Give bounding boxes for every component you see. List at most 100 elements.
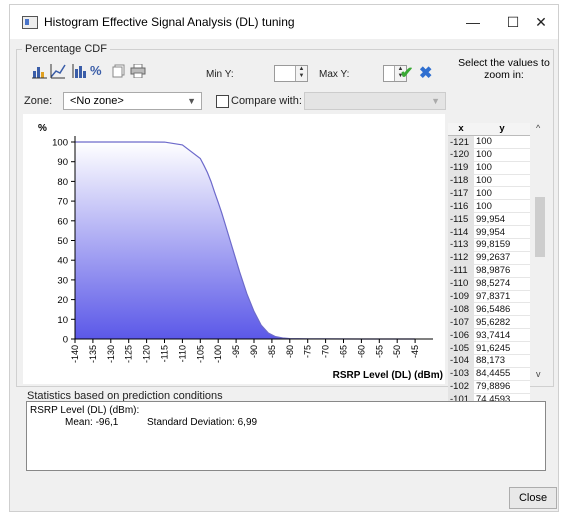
table-row[interactable]: -107 95,6282 (448, 315, 530, 330)
cell-x[interactable]: -102 (448, 380, 474, 394)
table-row[interactable]: -119 100 (448, 161, 530, 175)
cell-y[interactable]: 96,5486 (474, 302, 530, 317)
scroll-down-icon[interactable]: v (536, 369, 541, 379)
cell-y[interactable]: 100 (474, 174, 530, 188)
min-y-spin-arrows[interactable]: ▲ ▼ (295, 66, 307, 81)
y-tick-label: 20 (57, 295, 68, 306)
cell-y[interactable]: 99,8159 (474, 238, 530, 252)
cell-x[interactable]: -111 (448, 264, 474, 278)
table-row[interactable]: -118 100 (448, 174, 530, 188)
table-row[interactable]: -105 91,6245 (448, 341, 530, 356)
table-row[interactable]: -117 100 (448, 186, 530, 201)
percent-toggle[interactable]: % (90, 63, 102, 79)
cdf-chart-svg: 0 10 20 30 40 50 60 70 80 90 100 -140 -135 -130 -125 -1… (38, 123, 443, 381)
x-axis-label: RSRP Level (DL) (dBm) (333, 370, 443, 381)
table-row[interactable]: -116 100 (448, 199, 530, 214)
x-tick-label: -100 (213, 345, 223, 363)
table-row[interactable]: -115 99,954 (448, 212, 530, 227)
table-row[interactable]: -112 99,2637 (448, 251, 530, 265)
x-tick-label: -60 (356, 345, 366, 358)
x-tick-label: -110 (177, 345, 187, 362)
table-row[interactable]: -113 99,8159 (448, 238, 530, 252)
scroll-thumb[interactable] (535, 197, 545, 257)
cell-y[interactable]: 100 (474, 186, 530, 201)
values-scrollbar[interactable]: ^ v (532, 121, 549, 383)
close-window-button[interactable]: ✕ (524, 11, 558, 33)
y-tick-label: 30 (57, 275, 68, 286)
cell-y[interactable]: 79,8896 (474, 380, 530, 394)
histogram-fit-icon[interactable] (72, 63, 88, 79)
cell-x[interactable]: -113 (448, 238, 474, 252)
min-y-spinner[interactable]: ▲ ▼ (274, 65, 308, 82)
cell-y[interactable]: 93,7414 (474, 328, 530, 343)
cell-x[interactable]: -107 (448, 315, 474, 329)
cell-x[interactable]: -118 (448, 174, 474, 187)
stats-mean: Mean: -96,1 (65, 417, 119, 428)
cell-x[interactable]: -105 (448, 341, 474, 355)
cancel-x-icon[interactable]: ✖ (419, 63, 432, 82)
line-chart-icon[interactable] (50, 63, 66, 79)
cell-x[interactable]: -121 (448, 135, 474, 149)
cell-x[interactable]: -103 (448, 367, 474, 381)
column-header-x[interactable]: x (448, 123, 474, 136)
cell-y[interactable]: 100 (474, 199, 530, 214)
cell-x[interactable]: -108 (448, 302, 474, 316)
cell-y[interactable]: 98,9876 (474, 264, 530, 278)
cell-x[interactable]: -109 (448, 290, 474, 303)
table-row[interactable]: -109 97,8371 (448, 290, 530, 304)
scroll-up-icon[interactable]: ^ (536, 123, 540, 133)
cell-y[interactable]: 99,2637 (474, 251, 530, 265)
table-row[interactable]: -120 100 (448, 148, 530, 162)
cell-x[interactable]: -114 (448, 225, 474, 239)
cell-x[interactable]: -119 (448, 161, 474, 175)
table-row[interactable]: -121 100 (448, 135, 530, 149)
values-grid: x y -121 100 -120 100 -119 100 -118 100 -117 100-… (448, 87, 550, 433)
table-row[interactable]: -108 96,5486 (448, 302, 530, 317)
table-row[interactable]: -111 98,9876 (448, 264, 530, 278)
zone-combo[interactable]: <No zone> ▼ (63, 92, 202, 110)
cell-x[interactable]: -120 (448, 148, 474, 162)
table-row[interactable]: -102 79,8896 (448, 380, 530, 394)
table-row[interactable]: -114 99,954 (448, 225, 530, 240)
cell-x[interactable]: -115 (448, 212, 474, 226)
cell-y[interactable]: 100 (474, 161, 530, 175)
apply-check-icon[interactable]: ✔ (400, 63, 413, 82)
cell-y[interactable]: 99,954 (474, 225, 530, 240)
zone-combo-value: <No zone> (70, 95, 124, 107)
values-table[interactable]: x y -121 100 -120 100 -119 100 -118 100 -117 100-… (448, 123, 530, 433)
x-tick-label: -85 (267, 345, 277, 358)
y-tick-label: 0 (63, 335, 68, 346)
y-tick-label: 40 (57, 256, 68, 267)
cell-x[interactable]: -104 (448, 354, 474, 368)
title-bar: Histogram Effective Signal Analysis (DL)… (10, 5, 558, 39)
copy-icon[interactable] (112, 64, 126, 80)
cell-x[interactable]: -112 (448, 251, 474, 265)
cell-y[interactable]: 95,6282 (474, 315, 530, 330)
close-button[interactable]: Close (509, 487, 557, 509)
cell-x[interactable]: -117 (448, 186, 474, 200)
table-row[interactable]: -103 84,4455 (448, 367, 530, 381)
cell-y[interactable]: 99,954 (474, 212, 530, 227)
minimize-button[interactable]: — (456, 11, 490, 33)
chevron-down-icon: ▼ (187, 96, 196, 106)
column-header-y[interactable]: y (474, 123, 530, 136)
bar-chart-icon[interactable] (32, 63, 48, 79)
compare-combo[interactable]: ▼ (304, 92, 446, 110)
x-tick-label: -120 (142, 345, 152, 363)
table-row[interactable]: -106 93,7414 (448, 328, 530, 343)
cdf-group-label: Percentage CDF (22, 43, 110, 55)
print-icon[interactable] (130, 63, 146, 80)
cell-y[interactable]: 84,4455 (474, 367, 530, 381)
cell-x[interactable]: -116 (448, 199, 474, 213)
cell-x[interactable]: -106 (448, 328, 474, 342)
cell-y[interactable]: 100 (474, 135, 530, 149)
cell-x[interactable]: -110 (448, 277, 474, 291)
cell-y[interactable]: 91,6245 (474, 341, 530, 356)
table-row[interactable]: -104 88,173 (448, 354, 530, 368)
cell-y[interactable]: 98,5274 (474, 277, 530, 291)
cell-y[interactable]: 97,8371 (474, 290, 530, 304)
compare-checkbox[interactable] (216, 95, 229, 108)
table-row[interactable]: -110 98,5274 (448, 277, 530, 291)
cell-y[interactable]: 100 (474, 148, 530, 162)
cell-y[interactable]: 88,173 (474, 354, 530, 368)
